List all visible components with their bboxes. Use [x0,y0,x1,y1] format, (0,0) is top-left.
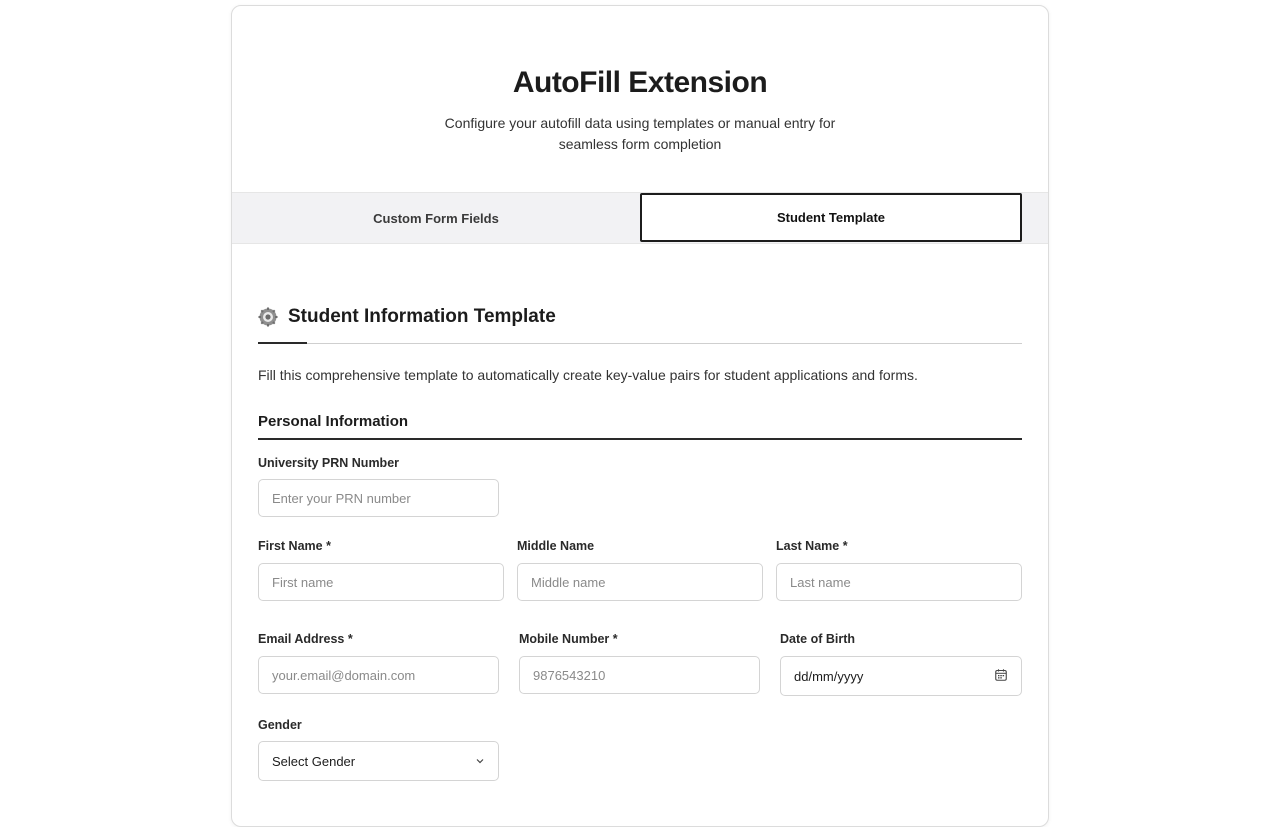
last-name-label: Last Name * [776,539,848,553]
section-divider [258,343,1022,344]
chevron-down-icon [476,759,484,764]
page-title: AutoFill Extension [512,66,768,99]
dob-label: Date of Birth [780,632,855,646]
section-title: Student Information Template [288,306,556,327]
mobile-label: Mobile Number * [519,632,618,646]
gender-label: Gender [258,718,302,732]
gear-icon [258,307,278,327]
mobile-input[interactable] [519,656,760,694]
email-label: Email Address * [258,632,353,646]
tab-bar: Custom Form Fields Student Template [232,192,1048,244]
prn-label: University PRN Number [258,456,400,470]
calendar-icon[interactable] [995,669,1007,681]
tab-custom-form-fields[interactable]: Custom Form Fields [232,193,640,243]
dob-input[interactable]: dd/mm/yyyy [780,656,1022,696]
tab-student-template[interactable]: Student Template [640,193,1022,242]
first-name-input[interactable] [258,563,504,601]
email-input[interactable] [258,656,499,694]
section-header: Student Information Template [258,306,556,328]
middle-name-input[interactable] [517,563,763,601]
section-description: Fill this comprehensive template to auto… [258,367,918,383]
first-name-label: First Name * [258,539,331,553]
personal-info-divider [258,438,1022,440]
settings-card: AutoFill Extension Configure your autofi… [231,5,1049,827]
gender-value: Select Gender [272,753,356,769]
section-divider-accent [258,342,307,344]
middle-name-label: Middle Name [517,539,595,553]
personal-info-heading: Personal Information [258,413,409,430]
prn-input[interactable] [258,479,499,517]
page-subtitle: Configure your autofill data using templ… [444,115,836,152]
gender-select[interactable]: Select Gender [258,741,499,781]
last-name-input[interactable] [776,563,1022,601]
dob-value: dd/mm/yyyy [794,668,864,684]
